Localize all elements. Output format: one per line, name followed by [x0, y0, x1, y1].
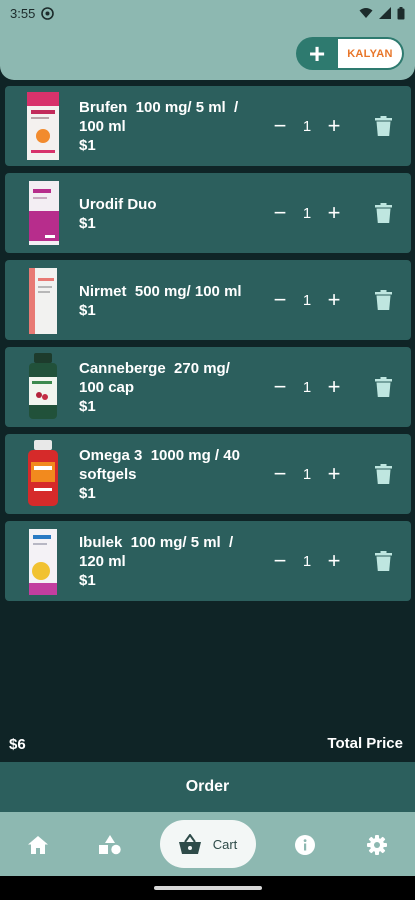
- notification-icon: [41, 6, 55, 20]
- urodif-box-image: [25, 177, 61, 249]
- system-gesture-area: [0, 876, 415, 900]
- decrease-quantity-button[interactable]: −: [267, 548, 293, 574]
- cart-list: Brufen 100 mg/ 5 ml / 100 ml $1 − 1 + Ur…: [5, 86, 411, 608]
- nav-info[interactable]: [291, 832, 319, 858]
- cart-item: Urodif Duo $1 − 1 +: [5, 173, 411, 253]
- cart-item: Omega 3 1000 mg / 40 softgels $1 − 1 +: [5, 434, 411, 514]
- bottom-nav: Cart: [0, 812, 415, 876]
- item-price: $1: [79, 485, 96, 502]
- item-price: $1: [79, 398, 96, 415]
- quantity-stepper: − 1 +: [267, 286, 347, 314]
- increase-quantity-button[interactable]: +: [321, 374, 347, 400]
- quantity-stepper: − 1 +: [267, 112, 347, 140]
- item-name: Omega 3 1000 mg / 40 softgels: [79, 447, 245, 483]
- increase-quantity-button[interactable]: +: [321, 200, 347, 226]
- item-price: $1: [79, 215, 96, 232]
- trash-icon: [374, 203, 392, 223]
- battery-icon: [397, 6, 405, 20]
- trash-icon: [374, 116, 392, 136]
- decrease-quantity-button[interactable]: −: [267, 374, 293, 400]
- decrease-quantity-button[interactable]: −: [267, 113, 293, 139]
- delete-item-button[interactable]: [371, 288, 395, 312]
- nav-home[interactable]: [24, 832, 52, 858]
- delete-item-button[interactable]: [371, 462, 395, 486]
- brand-logo[interactable]: + KALYAN: [296, 37, 404, 70]
- categories-icon: [99, 835, 121, 855]
- decrease-quantity-button[interactable]: −: [267, 287, 293, 313]
- settings-icon: [367, 835, 387, 855]
- status-bar: 3:55: [0, 0, 415, 26]
- quantity-value: 1: [302, 204, 312, 222]
- cart-icon: [178, 834, 201, 854]
- item-name: Urodif Duo: [79, 196, 157, 213]
- home-icon: [28, 836, 48, 854]
- canneberge-bottle-image: [25, 351, 61, 423]
- quantity-stepper: − 1 +: [267, 199, 347, 227]
- nav-categories[interactable]: [96, 832, 124, 858]
- quantity-value: 1: [302, 552, 312, 570]
- increase-quantity-button[interactable]: +: [321, 461, 347, 487]
- item-price: $1: [79, 572, 96, 589]
- nav-cart[interactable]: Cart: [160, 820, 256, 868]
- info-icon: [295, 835, 315, 855]
- total-amount: $6: [9, 736, 26, 753]
- item-name: Canneberge 270 mg/ 100 cap: [79, 360, 235, 396]
- increase-quantity-button[interactable]: +: [321, 548, 347, 574]
- decrease-quantity-button[interactable]: −: [267, 200, 293, 226]
- quantity-value: 1: [302, 465, 312, 483]
- ibulek-box-image: [25, 525, 61, 597]
- status-time: 3:55: [10, 5, 36, 21]
- app-header: + KALYAN: [0, 26, 415, 80]
- item-price: $1: [79, 137, 96, 154]
- quantity-stepper: − 1 +: [267, 460, 347, 488]
- quantity-value: 1: [302, 117, 312, 135]
- quantity-value: 1: [302, 291, 312, 309]
- nav-settings[interactable]: [363, 832, 391, 858]
- cart-item: Ibulek 100 mg/ 5 ml / 120 ml $1 − 1 +: [5, 521, 411, 601]
- item-price: $1: [79, 302, 96, 319]
- delete-item-button[interactable]: [371, 375, 395, 399]
- cart-item: Brufen 100 mg/ 5 ml / 100 ml $1 − 1 +: [5, 86, 411, 166]
- item-name: Ibulek 100 mg/ 5 ml / 120 ml: [79, 534, 238, 570]
- logo-text: KALYAN: [338, 39, 402, 68]
- trash-icon: [374, 464, 392, 484]
- trash-icon: [374, 290, 392, 310]
- nirmet-box-image: [25, 264, 61, 336]
- delete-item-button[interactable]: [371, 549, 395, 573]
- nav-cart-label: Cart: [212, 836, 238, 852]
- trash-icon: [374, 377, 392, 397]
- omega3-bottle-image: [25, 438, 61, 510]
- order-button[interactable]: Order: [0, 762, 415, 812]
- wifi-icon: [359, 7, 373, 19]
- gesture-handle[interactable]: [154, 886, 262, 890]
- trash-icon: [374, 551, 392, 571]
- item-name: Nirmet 500 mg/ 100 ml: [79, 283, 242, 300]
- total-label: Total Price: [327, 735, 403, 752]
- delete-item-button[interactable]: [371, 114, 395, 138]
- item-name: Brufen 100 mg/ 5 ml / 100 ml: [79, 99, 243, 135]
- delete-item-button[interactable]: [371, 201, 395, 225]
- quantity-value: 1: [302, 378, 312, 396]
- increase-quantity-button[interactable]: +: [321, 113, 347, 139]
- total-row: $6 Total Price: [0, 733, 415, 755]
- signal-icon: [379, 7, 391, 19]
- decrease-quantity-button[interactable]: −: [267, 461, 293, 487]
- brufen-syrup-box-image: [25, 90, 61, 162]
- quantity-stepper: − 1 +: [267, 373, 347, 401]
- logo-plus-icon: +: [308, 37, 326, 69]
- cart-item: Nirmet 500 mg/ 100 ml $1 − 1 +: [5, 260, 411, 340]
- increase-quantity-button[interactable]: +: [321, 287, 347, 313]
- quantity-stepper: − 1 +: [267, 547, 347, 575]
- cart-item: Canneberge 270 mg/ 100 cap $1 − 1 +: [5, 347, 411, 427]
